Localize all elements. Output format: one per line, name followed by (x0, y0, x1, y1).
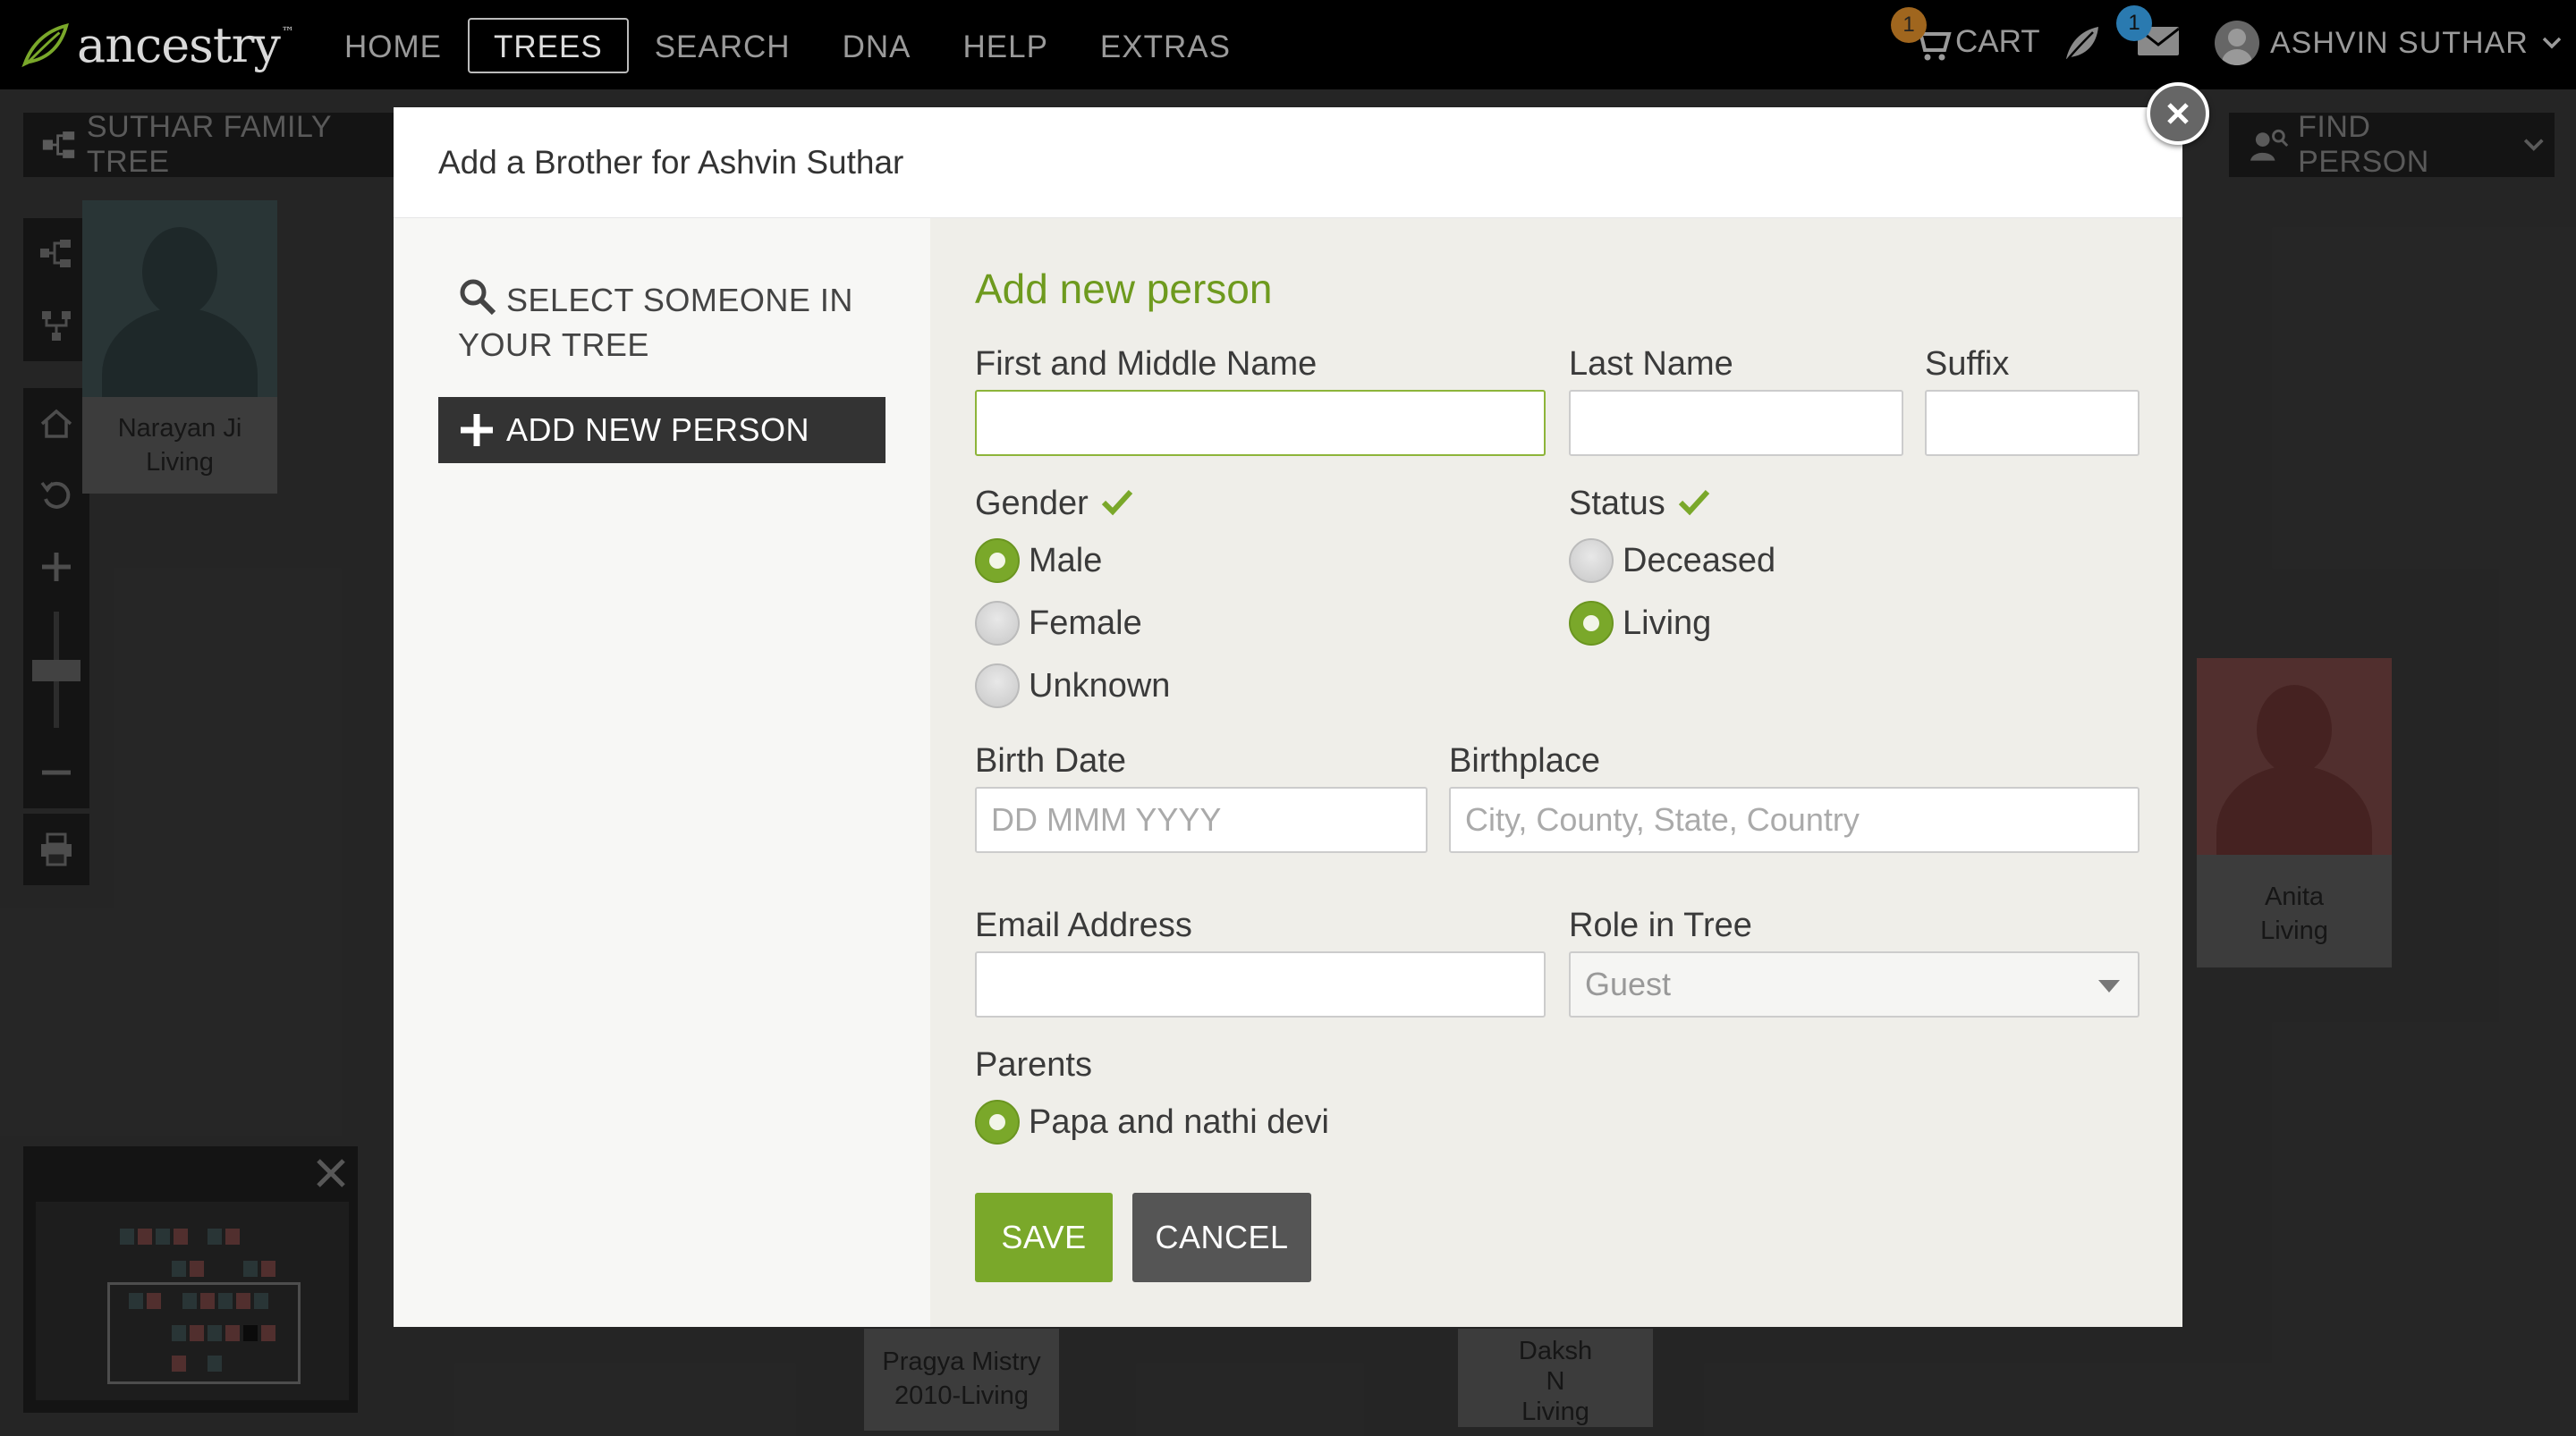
save-button[interactable]: SAVE (975, 1193, 1113, 1282)
cart-label: CART (1955, 24, 2040, 59)
last-name-input[interactable] (1569, 390, 1903, 456)
radio-button[interactable] (1569, 538, 1614, 583)
gender-label: Gender (975, 485, 1089, 522)
gender-option-label: Male (1029, 541, 1103, 579)
nav-home[interactable]: HOME (318, 18, 468, 73)
logo-text: ancestry (77, 16, 281, 73)
last-name-label: Last Name (1569, 345, 1733, 383)
nav-trees[interactable]: TREES (468, 18, 629, 73)
nav-extras[interactable]: EXTRAS (1074, 18, 1257, 73)
cart-count-badge: 1 (1891, 7, 1927, 43)
cancel-button[interactable]: CANCEL (1132, 1193, 1311, 1282)
dialog-title: Add a Brother for Ashvin Suthar (438, 143, 904, 181)
parents-option[interactable]: Papa and nathi devi (975, 1100, 1329, 1145)
top-nav: ancestry ™ HOME TREES SEARCH DNA HELP EXT… (0, 0, 2576, 89)
user-menu[interactable]: ASHVIN SUTHAR (2215, 18, 2563, 68)
gender-option-male[interactable]: Male (975, 538, 1102, 583)
birth-date-label: Birth Date (975, 742, 1126, 780)
role-selected-value: Guest (1585, 966, 1672, 1002)
radio-button[interactable] (975, 663, 1020, 708)
parents-label: Parents (975, 1046, 1092, 1084)
plus-icon (461, 414, 493, 446)
gender-option-unknown[interactable]: Unknown (975, 663, 1170, 708)
birthplace-label: Birthplace (1449, 742, 1600, 780)
select-someone-label: SELECT SOMEONE IN YOUR TREE (458, 282, 853, 363)
hints-leaf-icon[interactable] (2063, 23, 2102, 63)
role-label: Role in Tree (1569, 907, 1752, 944)
birthplace-input[interactable] (1449, 787, 2140, 853)
nav-help[interactable]: HELP (936, 18, 1073, 73)
checkmark-icon (1678, 489, 1709, 516)
suffix-label: Suffix (1925, 345, 2010, 383)
first-middle-name-label: First and Middle Name (975, 345, 1318, 383)
dialog-sidebar: SELECT SOMEONE IN YOUR TREE ADD NEW PERS… (394, 218, 930, 1327)
add-new-person-button[interactable]: ADD NEW PERSON (438, 397, 886, 463)
birth-date-input[interactable] (975, 787, 1428, 853)
status-option-label: Deceased (1623, 541, 1776, 579)
radio-button[interactable] (1569, 601, 1614, 646)
radio-button[interactable] (975, 538, 1020, 583)
main-nav: HOME TREES SEARCH DNA HELP EXTRAS (318, 18, 1257, 73)
status-option-living[interactable]: Living (1569, 601, 1711, 646)
first-middle-name-input[interactable] (975, 390, 1546, 456)
nav-dna[interactable]: DNA (817, 18, 937, 73)
ancestry-logo[interactable]: ancestry ™ (20, 16, 294, 73)
add-person-form: Add new person First and Middle Name Las… (930, 218, 2182, 1327)
gender-option-female[interactable]: Female (975, 601, 1142, 646)
status-heading: Status (1569, 485, 1710, 523)
status-label: Status (1569, 485, 1665, 522)
select-someone-link[interactable]: SELECT SOMEONE IN YOUR TREE (458, 277, 878, 367)
radio-button[interactable] (975, 1100, 1020, 1145)
dropdown-arrow-icon (2098, 980, 2120, 993)
close-icon (2167, 103, 2189, 124)
dialog-body: SELECT SOMEONE IN YOUR TREE ADD NEW PERS… (394, 218, 2182, 1327)
messages-count-badge: 1 (2116, 5, 2152, 41)
email-input[interactable] (975, 951, 1546, 1018)
checkmark-icon (1101, 489, 1132, 516)
status-option-deceased[interactable]: Deceased (1569, 538, 1775, 583)
suffix-input[interactable] (1925, 390, 2140, 456)
search-icon (460, 279, 496, 316)
avatar (2215, 21, 2259, 65)
cart-link[interactable]: CART (1911, 21, 2040, 63)
nav-search[interactable]: SEARCH (629, 18, 817, 73)
gender-option-label: Unknown (1029, 666, 1171, 705)
radio-button[interactable] (975, 601, 1020, 646)
gender-heading: Gender (975, 485, 1133, 523)
close-dialog-button[interactable] (2147, 82, 2209, 145)
add-new-person-label: ADD NEW PERSON (506, 411, 810, 448)
status-option-label: Living (1623, 604, 1712, 642)
add-person-dialog: Add a Brother for Ashvin Suthar SELECT S… (394, 82, 2209, 1327)
form-title: Add new person (975, 266, 1273, 312)
user-name: ASHVIN SUTHAR (2270, 25, 2529, 60)
gender-option-label: Female (1029, 604, 1142, 642)
ancestry-leaf-icon (21, 23, 69, 68)
chevron-down-icon (2542, 37, 2562, 49)
parents-option-label: Papa and nathi devi (1029, 1102, 1329, 1141)
dialog-header: Add a Brother for Ashvin Suthar (394, 107, 2182, 218)
role-select[interactable]: Guest (1569, 951, 2140, 1018)
email-label: Email Address (975, 907, 1192, 944)
